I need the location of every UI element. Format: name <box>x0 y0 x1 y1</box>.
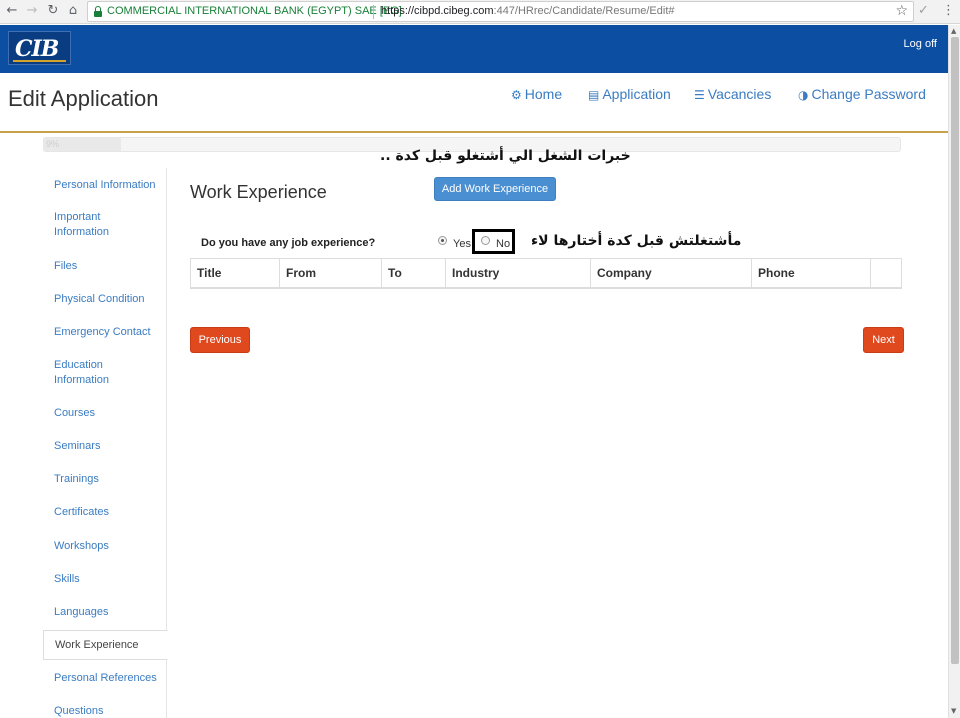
lock-icon <box>94 6 102 17</box>
column-to: To <box>382 259 446 288</box>
sidebar-item-skills[interactable]: Skills <box>43 572 167 587</box>
gear-icon: ⚙ <box>511 88 522 102</box>
browser-toolbar: ← → ↻ ⌂ COMMERCIAL INTERNATIONAL BANK (E… <box>0 0 960 24</box>
back-icon[interactable]: ← <box>4 3 20 19</box>
nav-application[interactable]: ▤ Application <box>588 86 671 102</box>
job-experience-question: Do you have any job experience? <box>201 237 376 249</box>
scroll-up-icon[interactable]: ▲ <box>951 27 956 35</box>
browser-menu-icon[interactable]: ⋮ <box>942 3 955 18</box>
column-title: Title <box>191 259 280 288</box>
work-experience-table: Title From To Industry Company Phone <box>190 258 902 289</box>
document-icon: ▤ <box>588 88 600 102</box>
url-path: :447/HRrec/Candidate/Resume/Edit# <box>493 5 675 17</box>
site-header: CIB Log off <box>0 25 948 73</box>
scroll-down-icon[interactable]: ▼ <box>951 707 956 715</box>
half-circle-icon: ◑ <box>798 88 809 102</box>
sidebar-item-seminars[interactable]: Seminars <box>43 439 167 454</box>
sidebar-item-personal-information[interactable]: Personal Information <box>43 178 167 193</box>
section-title: Work Experience <box>190 182 327 202</box>
column-industry: Industry <box>446 259 591 288</box>
url-text[interactable]: https://cibpd.cibeg.com:447/HRrec/Candid… <box>381 5 675 17</box>
logo-text: CIB <box>15 36 59 62</box>
sidebar-item-work-experience[interactable]: Work Experience <box>43 630 168 660</box>
nav-change-password[interactable]: ◑ Change Password <box>798 86 926 102</box>
highlight-box <box>472 229 515 254</box>
list-icon: ☰ <box>694 88 705 102</box>
sidebar-item-personal-references[interactable]: Personal References <box>43 671 167 686</box>
nav-home-label: Home <box>524 86 563 102</box>
logo-gold-bar <box>13 60 66 62</box>
sidebar-item-emergency-contact[interactable]: Emergency Contact <box>43 325 167 340</box>
extension-check-icon[interactable]: ✓ <box>918 3 929 18</box>
page-scrollbar[interactable]: ▲ ▼ <box>948 25 960 718</box>
sidebar-item-certificates[interactable]: Certificates <box>43 505 167 520</box>
forward-icon[interactable]: → <box>24 3 40 19</box>
address-separator <box>373 5 374 19</box>
sidebar: Personal Information Important Informati… <box>43 168 168 718</box>
scroll-thumb[interactable] <box>951 37 959 664</box>
column-actions <box>871 259 901 288</box>
page-title: Edit Application <box>8 86 159 111</box>
sidebar-item-workshops[interactable]: Workshops <box>43 539 167 554</box>
url-host: https://cibpd.cibeg.com <box>381 5 494 17</box>
nav-application-label: Application <box>602 86 671 102</box>
nav-change-password-label: Change Password <box>811 86 926 102</box>
ev-certificate-name: COMMERCIAL INTERNATIONAL BANK (EGYPT) SA… <box>107 5 402 17</box>
nav-home[interactable]: ⚙ Home <box>511 86 562 102</box>
sidebar-item-physical-condition[interactable]: Physical Condition <box>43 292 167 307</box>
home-icon[interactable]: ⌂ <box>65 3 81 19</box>
sidebar-item-education-information[interactable]: Education Information <box>43 358 143 388</box>
bookmark-star-icon[interactable]: ☆ <box>895 3 908 19</box>
sidebar-item-important-information[interactable]: Important Information <box>43 210 143 240</box>
app-root: ← → ↻ ⌂ COMMERCIAL INTERNATIONAL BANK (E… <box>0 0 960 718</box>
next-button[interactable]: Next <box>863 327 904 353</box>
column-phone: Phone <box>752 259 871 288</box>
sidebar-item-questions[interactable]: Questions <box>43 704 167 718</box>
previous-button[interactable]: Previous <box>190 327 250 353</box>
annotation-top: خبرات الشغل الي أشتغلو قبل كدة .. <box>380 148 631 164</box>
radio-yes-label[interactable]: Yes <box>453 238 471 250</box>
add-work-experience-button[interactable]: Add Work Experience <box>434 177 556 201</box>
sidebar-item-files[interactable]: Files <box>43 259 167 274</box>
column-from: From <box>280 259 382 288</box>
sidebar-item-languages[interactable]: Languages <box>43 605 167 620</box>
annotation-side: مأشتغلتش قبل كدة أختارها لاء <box>531 233 742 249</box>
progress-text: 9% <box>46 139 60 149</box>
cib-logo[interactable]: CIB <box>8 31 71 65</box>
column-company: Company <box>591 259 752 288</box>
reload-icon[interactable]: ↻ <box>45 3 61 19</box>
sidebar-item-courses[interactable]: Courses <box>43 406 167 421</box>
logoff-link[interactable]: Log off <box>904 38 937 50</box>
radio-yes[interactable] <box>438 236 447 245</box>
title-bar: Edit Application ⚙ Home ▤ Application ☰ Vac… <box>0 73 948 133</box>
nav-vacancies-label: Vacancies <box>707 86 772 102</box>
address-bar[interactable]: COMMERCIAL INTERNATIONAL BANK (EGYPT) SA… <box>87 1 914 22</box>
nav-vacancies[interactable]: ☰ Vacancies <box>694 86 771 102</box>
sidebar-item-trainings[interactable]: Trainings <box>43 472 167 487</box>
